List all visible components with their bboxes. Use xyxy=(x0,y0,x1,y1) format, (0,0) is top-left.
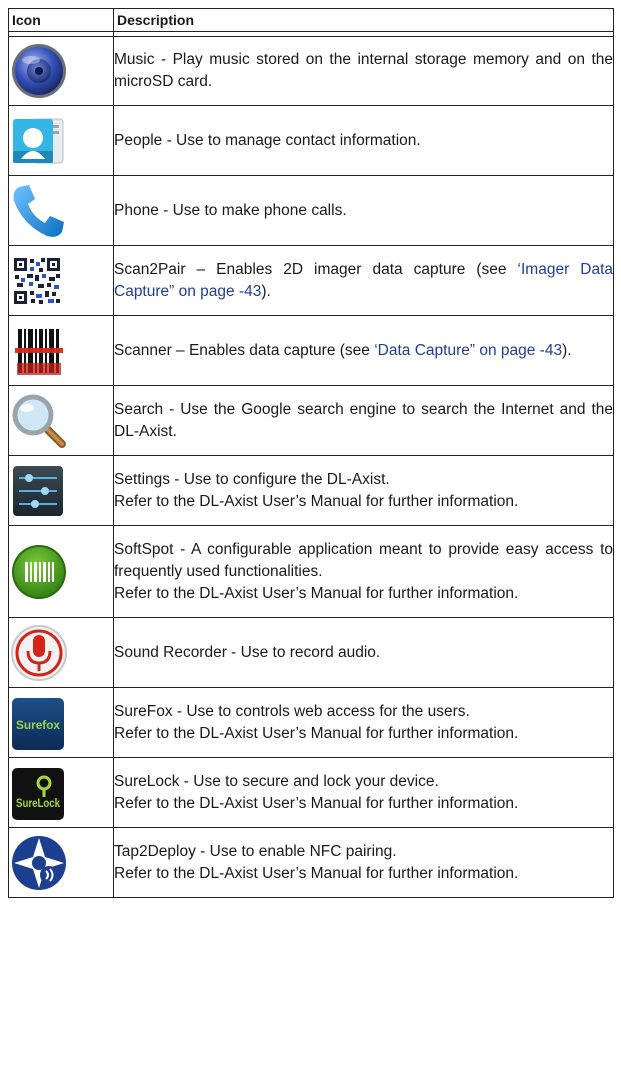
icon-column-header: Icon xyxy=(8,8,114,32)
table-row: Music - Play music stored on the interna… xyxy=(8,36,614,106)
settings-manual-note: Refer to the DL-Axist User’s Manual for … xyxy=(114,492,519,510)
surelock-manual-note: Refer to the DL-Axist User’s Manual for … xyxy=(114,794,519,812)
table-row: SoftSpot - A configurable application me… xyxy=(8,525,614,618)
settings-description: Settings - Use to configure the DL-Axist… xyxy=(114,470,390,488)
table-row: Settings - Use to configure the DL-Axist… xyxy=(8,455,614,526)
search-description: Search - Use the Google search engine to… xyxy=(114,400,613,440)
softspot-description: SoftSpot - A configurable application me… xyxy=(114,540,613,580)
surelock-icon: SureLock xyxy=(12,767,64,820)
music-description: Music - Play music stored on the interna… xyxy=(114,51,613,90)
table-row: Phone - Use to make phone calls. xyxy=(8,175,614,246)
data-capture-link[interactable]: ‘Data Capture” on page -43 xyxy=(374,342,562,359)
scanner-icon xyxy=(15,326,63,375)
description-column-header: Description xyxy=(113,8,614,32)
tap2deploy-description: Tap2Deploy - Use to enable NFC pairing. xyxy=(114,842,397,860)
surefox-manual-note: Refer to the DL-Axist User’s Manual for … xyxy=(114,724,519,742)
table-row: Scanner – Enables data capture (see ‘Dat… xyxy=(8,315,614,386)
surelock-logo-text: SureLock xyxy=(16,796,60,810)
scan2pair-description: Scan2Pair – Enables 2D imager data captu… xyxy=(114,260,613,300)
surelock-description: SureLock - Use to secure and lock your d… xyxy=(114,772,439,790)
table-row: Tap2Deploy - Use to enable NFC pairing. … xyxy=(8,827,614,898)
phone-description: Phone - Use to make phone calls. xyxy=(114,201,347,219)
phone-icon xyxy=(13,184,64,237)
softspot-manual-note: Refer to the DL-Axist User’s Manual for … xyxy=(114,584,519,602)
table-row: SureLock SureLock - Use to secure and lo… xyxy=(8,757,614,828)
surefox-icon: Surefox xyxy=(12,697,64,750)
sound-recorder-icon xyxy=(11,624,67,681)
scanner-description: Scanner – Enables data capture (see ‘Dat… xyxy=(114,341,572,359)
tap2deploy-manual-note: Refer to the DL-Axist User’s Manual for … xyxy=(114,864,519,882)
people-description: People - Use to manage contact informati… xyxy=(114,131,421,149)
softspot-icon xyxy=(12,544,66,599)
table-row: People - Use to manage contact informati… xyxy=(8,105,614,176)
table-row: Surefox SureFox - Use to controls web ac… xyxy=(8,687,614,758)
table-header-row: Icon Description xyxy=(8,8,614,32)
table-row: Search - Use the Google search engine to… xyxy=(8,385,614,456)
search-icon xyxy=(12,394,66,448)
scan2pair-icon xyxy=(13,256,61,305)
music-icon xyxy=(12,44,66,98)
sound-recorder-description: Sound Recorder - Use to record audio. xyxy=(114,643,381,661)
settings-icon xyxy=(13,465,63,516)
surefox-logo-text: Surefox xyxy=(16,718,60,732)
table-row: Sound Recorder - Use to record audio. xyxy=(8,617,614,688)
tap2deploy-icon xyxy=(12,835,66,890)
table-row: Scan2Pair – Enables 2D imager data captu… xyxy=(8,245,614,316)
icon-description-table: Icon Description Music - Play music stor… xyxy=(8,8,614,898)
surefox-description: SureFox - Use to controls web access for… xyxy=(114,702,470,720)
people-icon xyxy=(13,118,64,163)
